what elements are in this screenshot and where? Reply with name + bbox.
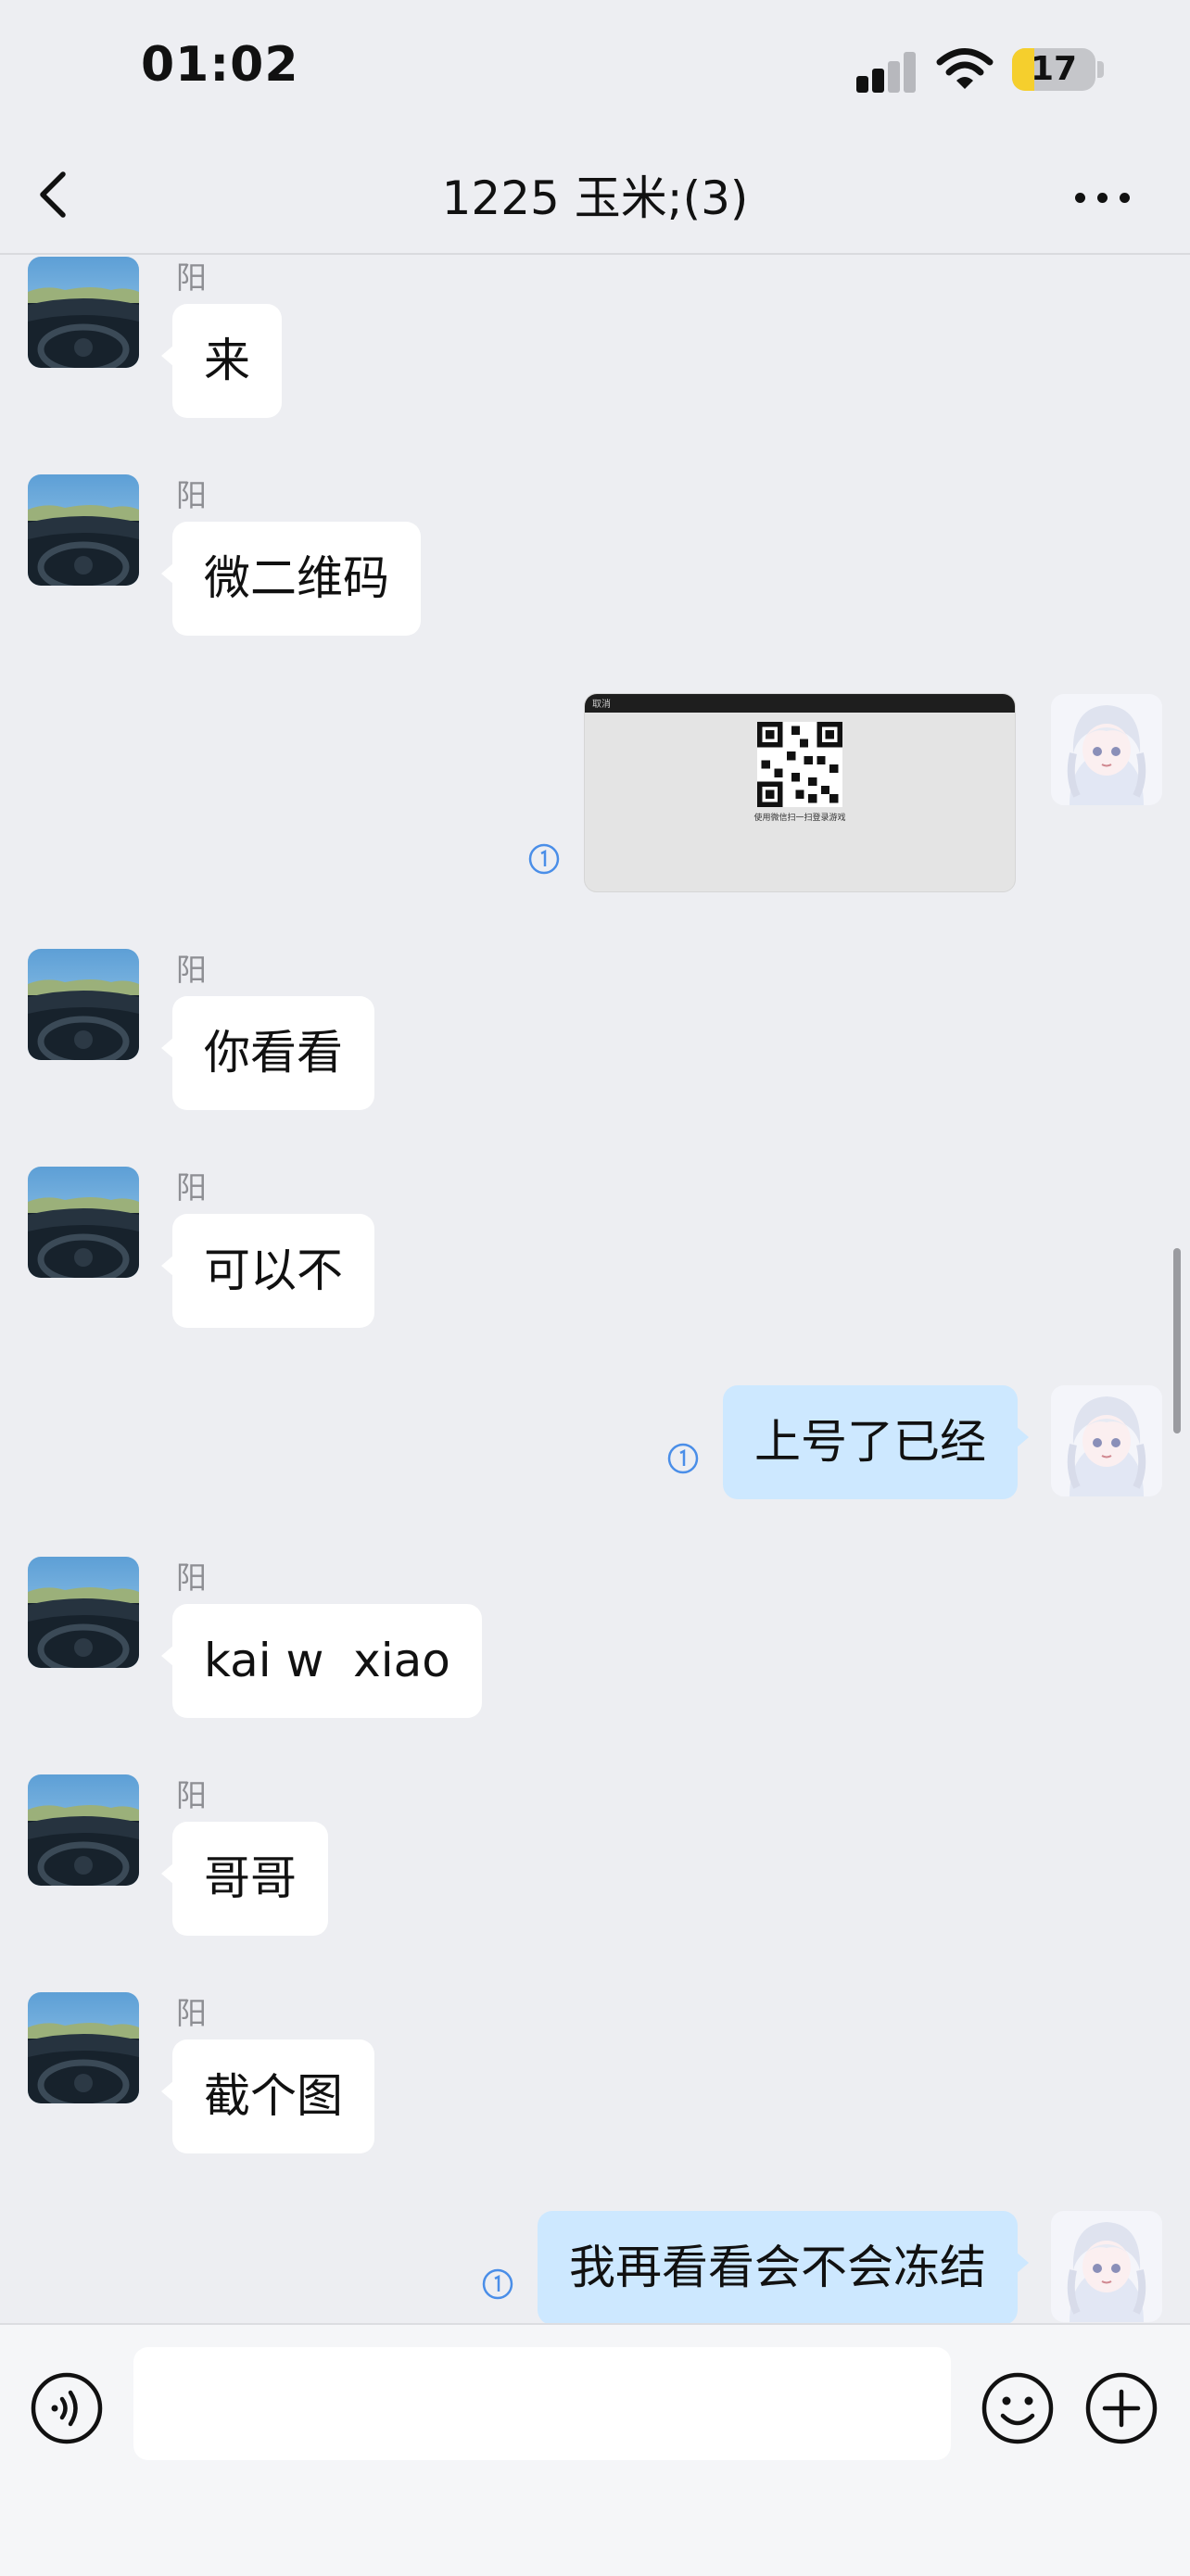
- read-indicator[interactable]: [482, 2268, 513, 2300]
- my-avatar[interactable]: [1051, 694, 1162, 805]
- message-bubble[interactable]: 你看看: [161, 996, 374, 1110]
- sender-avatar[interactable]: [28, 1992, 139, 2103]
- message-list[interactable]: 阳 来 阳 微二维码 取消 使用微信扫一扫登录游戏 阳 你看看 阳 可以不 上号…: [0, 255, 1190, 2323]
- chat-header: 1225 玉米;(3): [0, 139, 1190, 255]
- message-item: 阳 微二维码: [0, 473, 1190, 639]
- sender-name: 阳: [176, 1169, 207, 1206]
- message-bubble[interactable]: 来: [161, 304, 282, 418]
- message-bubble[interactable]: 微二维码: [161, 522, 421, 636]
- back-arrow-icon[interactable]: [24, 165, 83, 224]
- status-time: 01:02: [141, 37, 299, 93]
- my-avatar[interactable]: [1051, 1385, 1162, 1496]
- message-item: 阳 截个图: [0, 1990, 1190, 2157]
- message-bubble[interactable]: 可以不: [161, 1214, 374, 1328]
- battery-icon: 17: [1012, 48, 1095, 91]
- read-indicator[interactable]: [667, 1443, 699, 1474]
- sender-name: 阳: [176, 1995, 207, 2031]
- battery-cap: [1097, 61, 1104, 78]
- input-bar: [0, 2323, 1190, 2576]
- wifi-icon: [936, 48, 994, 89]
- message-item: 阳 kai w xiao: [0, 1555, 1190, 1722]
- read-indicator[interactable]: [528, 843, 560, 875]
- sender-name: 阳: [176, 1559, 207, 1596]
- sender-avatar[interactable]: [28, 1167, 139, 1278]
- image-message[interactable]: 取消 使用微信扫一扫登录游戏: [584, 693, 1016, 892]
- sender-avatar[interactable]: [28, 257, 139, 368]
- plus-icon[interactable]: [1084, 2371, 1158, 2445]
- chat-title[interactable]: 1225 玉米;(3): [278, 161, 912, 228]
- sender-name: 阳: [176, 477, 207, 513]
- sender-avatar[interactable]: [28, 1557, 139, 1668]
- sender-avatar[interactable]: [28, 474, 139, 586]
- sender-name: 阳: [176, 1777, 207, 1813]
- sender-name: 阳: [176, 259, 207, 296]
- voice-icon[interactable]: [30, 2371, 104, 2445]
- my-avatar[interactable]: [1051, 2211, 1162, 2322]
- message-input[interactable]: [133, 2347, 951, 2460]
- sender-avatar[interactable]: [28, 1774, 139, 1886]
- emoji-icon[interactable]: [981, 2371, 1055, 2445]
- scroll-indicator[interactable]: [1173, 1248, 1181, 1433]
- message-item: 我再看看会不会冻结: [0, 2211, 1190, 2323]
- signal-icon: [856, 50, 918, 93]
- message-bubble[interactable]: 我再看看会不会冻结: [538, 2211, 1029, 2323]
- message-bubble[interactable]: 哥哥: [161, 1822, 328, 1936]
- sender-name: 阳: [176, 952, 207, 988]
- message-item: 上号了已经: [0, 1385, 1190, 1506]
- more-icon[interactable]: [1066, 167, 1140, 226]
- sender-avatar[interactable]: [28, 949, 139, 1060]
- message-item: 阳 可以不: [0, 1165, 1190, 1332]
- battery-level: 17: [1030, 50, 1078, 88]
- message-item: 阳 哥哥: [0, 1773, 1190, 1939]
- message-bubble[interactable]: 上号了已经: [723, 1385, 1029, 1499]
- message-item: 阳 来: [0, 255, 1190, 422]
- image-toolbar: 取消: [585, 694, 1015, 713]
- image-toolbar-text: 取消: [592, 700, 611, 710]
- message-bubble[interactable]: 截个图: [161, 2039, 374, 2153]
- message-item: 取消 使用微信扫一扫登录游戏: [0, 693, 1190, 897]
- message-item: 阳 你看看: [0, 947, 1190, 1114]
- message-bubble[interactable]: kai w xiao: [161, 1604, 482, 1718]
- image-caption: 使用微信扫一扫登录游戏: [753, 814, 846, 823]
- qr-code-image: [757, 722, 842, 807]
- status-bar: 01:02 17: [0, 0, 1190, 139]
